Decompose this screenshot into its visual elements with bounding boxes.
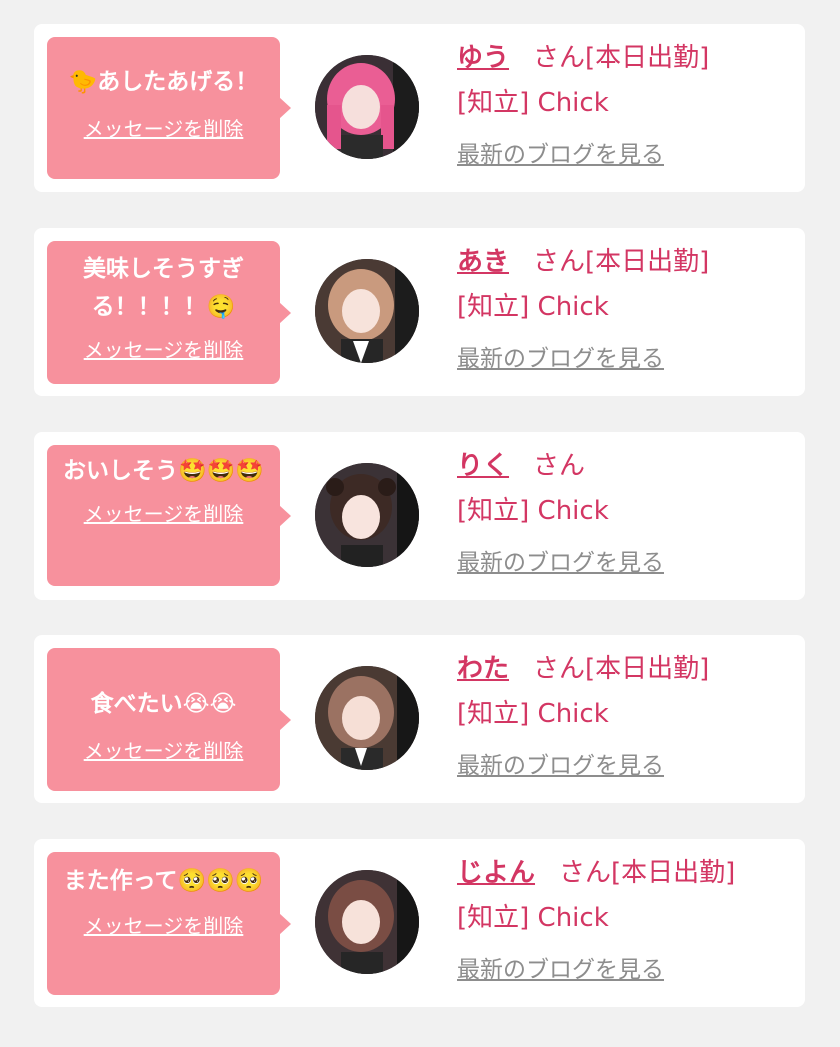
latest-blog-link[interactable]: 最新のブログを見る (457, 543, 664, 577)
name-row: ゆう さん[本日出勤] (457, 38, 709, 78)
message-card: おいしそう🤩🤩🤩 メッセージを削除 りく さん [知立] Chick 最新のブログ… (34, 432, 805, 600)
profile-info: あき さん[本日出勤] [知立] Chick 最新のブログを見る (457, 242, 709, 373)
delete-message-link[interactable]: メッセージを削除 (84, 113, 244, 142)
honorific-status: さん[本日出勤] (533, 43, 710, 73)
twin-tail-avatar[interactable] (315, 463, 419, 567)
message-card: また作って🥺🥺🥺 メッセージを削除 じよん さん[本日出勤] [知立] Chick… (34, 839, 805, 1007)
cast-name-link[interactable]: じよん (457, 858, 535, 888)
name-row: わた さん[本日出勤] (457, 649, 709, 689)
message-card: 食べたい😭😭 メッセージを削除 わた さん[本日出勤] [知立] Chick 最新… (34, 635, 805, 803)
message-bubble: おいしそう🤩🤩🤩 メッセージを削除 (47, 445, 291, 586)
profile-info: わた さん[本日出勤] [知立] Chick 最新のブログを見る (457, 649, 709, 780)
latest-blog-link[interactable]: 最新のブログを見る (457, 950, 664, 984)
delete-message-link[interactable]: メッセージを削除 (84, 498, 244, 527)
name-row: りく さん (457, 446, 664, 486)
message-card: 🐤あしたあげる！ メッセージを削除 ゆう さん[本日出勤] [知立] Chick … (34, 24, 805, 192)
light-brown-hair-avatar[interactable] (315, 666, 419, 770)
auburn-hair-avatar[interactable] (315, 870, 419, 974)
message-bubble: また作って🥺🥺🥺 メッセージを削除 (47, 852, 291, 995)
honorific-status: さん[本日出勤] (533, 654, 710, 684)
profile-info: じよん さん[本日出勤] [知立] Chick 最新のブログを見る (457, 853, 735, 984)
profile-info: ゆう さん[本日出勤] [知立] Chick 最新のブログを見る (457, 38, 709, 169)
latest-blog-link[interactable]: 最新のブログを見る (457, 746, 664, 780)
message-text: 🐤あしたあげる！ (68, 69, 259, 95)
profile-info: りく さん [知立] Chick 最新のブログを見る (457, 446, 664, 577)
cast-name-link[interactable]: りく (457, 451, 509, 481)
pink-hair-avatar[interactable] (315, 55, 419, 159)
honorific-status: さん[本日出勤] (533, 247, 710, 277)
delete-message-link[interactable]: メッセージを削除 (84, 334, 244, 363)
message-text: おいしそう🤩🤩🤩 (63, 458, 264, 484)
cast-name-link[interactable]: ゆう (457, 43, 509, 73)
cast-name-link[interactable]: わた (457, 654, 509, 684)
message-text: 食べたい😭😭 (90, 691, 237, 717)
message-bubble: 🐤あしたあげる！ メッセージを削除 (47, 37, 291, 179)
cast-name-link[interactable]: あき (457, 247, 509, 277)
shop-label: [知立] Chick (457, 699, 609, 729)
message-text: 美味しそうすぎる！！！！🤤 (83, 256, 244, 320)
message-list: 🐤あしたあげる！ メッセージを削除 ゆう さん[本日出勤] [知立] Chick … (0, 0, 840, 1047)
latest-blog-link[interactable]: 最新のブログを見る (457, 339, 664, 373)
brown-hair-avatar[interactable] (315, 259, 419, 363)
name-row: あき さん[本日出勤] (457, 242, 709, 282)
latest-blog-link[interactable]: 最新のブログを見る (457, 135, 664, 169)
shop-label: [知立] Chick (457, 88, 609, 118)
message-bubble: 美味しそうすぎる！！！！🤤 メッセージを削除 (47, 241, 291, 384)
honorific-status: さん[本日出勤] (559, 858, 736, 888)
name-row: じよん さん[本日出勤] (457, 853, 735, 893)
message-text: また作って🥺🥺🥺 (63, 868, 264, 894)
shop-label: [知立] Chick (457, 292, 609, 322)
honorific-status: さん (533, 451, 586, 481)
shop-label: [知立] Chick (457, 496, 609, 526)
shop-label: [知立] Chick (457, 903, 609, 933)
delete-message-link[interactable]: メッセージを削除 (84, 735, 244, 764)
delete-message-link[interactable]: メッセージを削除 (84, 910, 244, 939)
message-card: 美味しそうすぎる！！！！🤤 メッセージを削除 あき さん[本日出勤] [知立] C… (34, 228, 805, 396)
message-bubble: 食べたい😭😭 メッセージを削除 (47, 648, 291, 791)
